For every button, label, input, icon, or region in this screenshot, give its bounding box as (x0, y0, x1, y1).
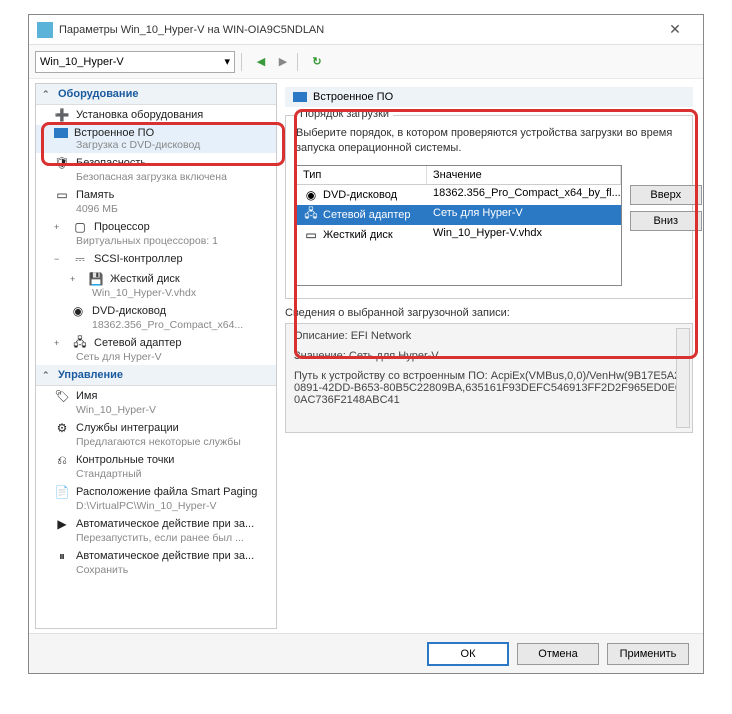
sidebar-cpu[interactable]: +▢ПроцессорВиртуальных процессоров: 1 (36, 217, 276, 249)
sidebar-integration[interactable]: ⚙Службы интеграцииПредлагаются некоторые… (36, 418, 276, 450)
nav-forward-button[interactable]: ▶ (275, 54, 291, 70)
boot-order-desc: Выберите порядок, в котором проверяются … (296, 126, 682, 157)
sidebar-checkpoints[interactable]: ⎌Контрольные точкиСтандартный (36, 450, 276, 482)
settings-window: Параметры Win_10_Hyper-V на WIN-OIA9C5ND… (28, 14, 704, 674)
vm-dropdown-label: Win_10_Hyper-V (40, 56, 124, 68)
boot-row-hdd[interactable]: ▭Жесткий дискWin_10_Hyper-V.vhdx (297, 225, 621, 245)
content-panel: Встроенное ПО Порядок загрузки Выберите … (277, 79, 703, 633)
sidebar-network[interactable]: +🖧Сетевой адаптерСеть для Hyper-V (36, 333, 276, 365)
nav-back-button[interactable]: ◀ (253, 54, 269, 70)
sidebar-firmware[interactable]: Встроенное ПОЗагрузка с DVD-дисковод (36, 125, 276, 153)
cancel-button[interactable]: Отмена (517, 643, 599, 665)
boot-info-box: Описание: EFI Network Значение: Сеть для… (285, 323, 693, 433)
sidebar-memory[interactable]: ▭Память4096 МБ (36, 185, 276, 217)
info-value: Значение: Сеть для Hyper-V (294, 350, 684, 362)
titlebar: Параметры Win_10_Hyper-V на WIN-OIA9C5ND… (29, 15, 703, 45)
services-icon: ⚙ (54, 420, 70, 436)
sidebar-auto-start[interactable]: ▶Автоматическое действие при за...Переза… (36, 514, 276, 546)
memory-icon: ▭ (54, 187, 70, 203)
boot-table-header: ТипЗначение (297, 166, 621, 185)
firmware-icon (54, 128, 68, 138)
info-desc: Описание: EFI Network (294, 330, 684, 342)
hardware-header: ⌃Оборудование (36, 84, 276, 105)
paging-icon: 📄 (54, 484, 70, 500)
close-button[interactable]: ✕ (655, 21, 695, 38)
auto-start-icon: ▶ (54, 516, 70, 532)
ok-button[interactable]: ОК (427, 642, 509, 666)
boot-info-label: Сведения о выбранной загрузочной записи: (285, 307, 693, 319)
info-path: Путь к устройству со встроенным ПО: Acpi… (294, 370, 684, 406)
boot-order-title: Порядок загрузки (296, 108, 393, 120)
move-down-button[interactable]: Вниз (630, 211, 702, 231)
dvd-icon: ◉ (70, 303, 86, 319)
net-icon: 🖧 (303, 207, 319, 223)
drive-icon: ▭ (303, 227, 319, 243)
boot-row-dvd[interactable]: ◉DVD-дисковод18362.356_Pro_Compact_x64_b… (297, 185, 621, 205)
window-title: Параметры Win_10_Hyper-V на WIN-OIA9C5ND… (59, 24, 655, 36)
sidebar-scsi[interactable]: −⎓SCSI-контроллер (36, 249, 276, 269)
sidebar-name[interactable]: 🏷ИмяWin_10_Hyper-V (36, 386, 276, 418)
sidebar-paging[interactable]: 📄Расположение файла Smart PagingD:\Virtu… (36, 482, 276, 514)
firmware-icon (293, 92, 307, 102)
management-header: ⌃Управление (36, 365, 276, 386)
sidebar-add-hardware[interactable]: ➕Установка оборудования (36, 105, 276, 125)
shield-icon: 🛡 (54, 155, 70, 171)
auto-stop-icon: ⏸ (54, 548, 70, 564)
boot-table[interactable]: ТипЗначение ◉DVD-дисковод18362.356_Pro_C… (296, 165, 622, 286)
apply-button[interactable]: Применить (607, 643, 689, 665)
scrollbar[interactable] (676, 328, 690, 428)
tag-icon: 🏷 (54, 388, 70, 404)
sidebar-dvd[interactable]: ◉DVD-дисковод18362.356_Pro_Compact_x64..… (36, 301, 276, 333)
scsi-icon: ⎓ (72, 251, 88, 267)
add-hw-icon: ➕ (54, 107, 70, 123)
sidebar-hdd[interactable]: +💾Жесткий дискWin_10_Hyper-V.vhdx (36, 269, 276, 301)
cpu-icon: ▢ (72, 219, 88, 235)
disc-icon: ◉ (303, 187, 319, 203)
footer: ОК Отмена Применить (29, 633, 703, 673)
boot-order-group: Порядок загрузки Выберите порядок, в кот… (285, 115, 693, 299)
refresh-button[interactable]: ↻ (309, 54, 325, 70)
move-up-button[interactable]: Вверх (630, 185, 702, 205)
vm-dropdown[interactable]: Win_10_Hyper-V ▾ (35, 51, 235, 73)
chevron-down-icon: ▾ (224, 55, 230, 68)
sidebar: ⌃Оборудование ➕Установка оборудования Вс… (35, 83, 277, 629)
hdd-icon: 💾 (88, 271, 104, 287)
toolbar: Win_10_Hyper-V ▾ ◀ ▶ ↻ (29, 45, 703, 79)
sidebar-auto-stop[interactable]: ⏸Автоматическое действие при за...Сохран… (36, 546, 276, 578)
network-icon: 🖧 (72, 335, 88, 351)
sidebar-security[interactable]: 🛡БезопасностьБезопасная загрузка включен… (36, 153, 276, 185)
boot-row-network[interactable]: 🖧Сетевой адаптерСеть для Hyper-V (297, 205, 621, 225)
checkpoint-icon: ⎌ (54, 452, 70, 468)
panel-title: Встроенное ПО (285, 87, 693, 107)
window-icon (37, 22, 53, 38)
